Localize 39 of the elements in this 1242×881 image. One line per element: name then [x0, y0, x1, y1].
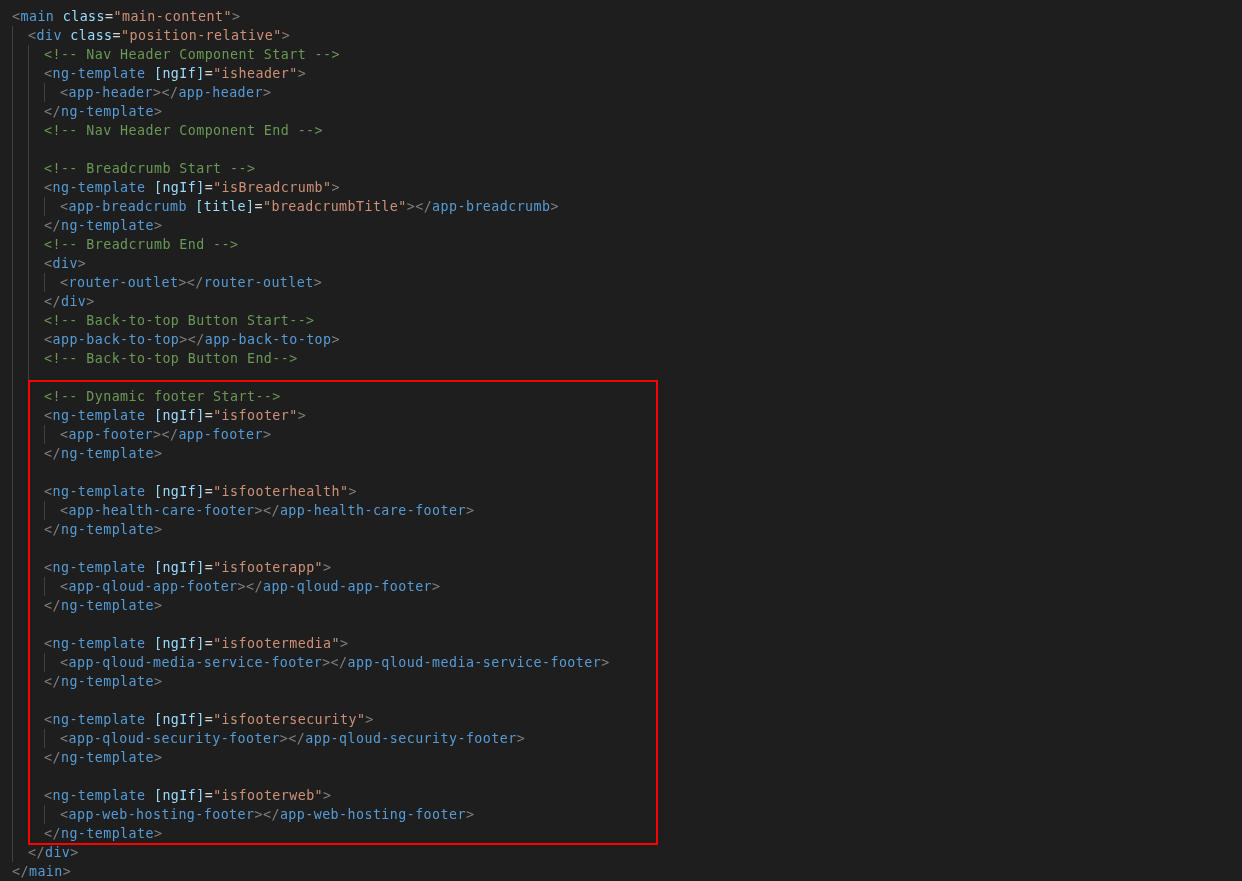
code-comment: <!-- Back-to-top Button End-->	[44, 350, 298, 368]
code-line: </ng-template>	[44, 597, 163, 615]
code-comment: <!-- Nav Header Component Start -->	[44, 46, 340, 64]
code-line: <ng-template [ngIf]="isfooter">	[44, 407, 307, 425]
code-line: <ng-template [ngIf]="isfootermedia">	[44, 635, 349, 653]
code-line: <ng-template [ngIf]="isBreadcrumb">	[44, 179, 340, 197]
code-line: <ng-template [ngIf]="isfooterweb">	[44, 787, 332, 805]
code-line: </ng-template>	[44, 445, 163, 463]
code-line: </ng-template>	[44, 521, 163, 539]
code-line: <app-qloud-media-service-footer></app-qloud-media-service-footer>	[60, 654, 610, 672]
code-line: <app-qloud-app-footer></app-qloud-app-footer>	[60, 578, 441, 596]
code-comment: <!-- Back-to-top Button Start-->	[44, 312, 315, 330]
code-comment: <!-- Breadcrumb Start -->	[44, 160, 256, 178]
code-line: <div class="position-relative">	[28, 27, 291, 45]
code-line: </ng-template>	[44, 673, 163, 691]
code-line: <ng-template [ngIf]="isfootersecurity">	[44, 711, 374, 729]
code-line: <app-footer></app-footer>	[60, 426, 272, 444]
code-line: <app-web-hosting-footer></app-web-hosting-footer>	[60, 806, 475, 824]
code-line: </main>	[12, 863, 72, 881]
code-line: </ng-template>	[44, 749, 163, 767]
code-comment: <!-- Dynamic footer Start-->	[44, 388, 281, 406]
code-line: </ng-template>	[44, 217, 163, 235]
code-line: <app-back-to-top></app-back-to-top>	[44, 331, 340, 349]
code-line: <div>	[44, 255, 87, 273]
code-line: <ng-template [ngIf]="isfooterhealth">	[44, 483, 357, 501]
code-line: <app-header></app-header>	[60, 84, 272, 102]
code-comment: <!-- Nav Header Component End -->	[44, 122, 324, 140]
code-line: </div>	[28, 844, 79, 862]
code-line: <ng-template [ngIf]="isfooterapp">	[44, 559, 332, 577]
code-line: <ng-template [ngIf]="isheader">	[44, 65, 307, 83]
code-line: </div>	[44, 293, 95, 311]
code-line: <router-outlet></router-outlet>	[60, 274, 323, 292]
code-line: <app-health-care-footer></app-health-care-footer>	[60, 502, 475, 520]
code-line: <main class="main-content">	[12, 8, 241, 26]
code-line: <app-breadcrumb [title]="breadcrumbTitle"></app-breadcrumb>	[60, 198, 559, 216]
code-line: </ng-template>	[44, 103, 163, 121]
code-comment: <!-- Breadcrumb End -->	[44, 236, 239, 254]
code-line: <app-qloud-security-footer></app-qloud-security-footer>	[60, 730, 526, 748]
code-line: </ng-template>	[44, 825, 163, 843]
